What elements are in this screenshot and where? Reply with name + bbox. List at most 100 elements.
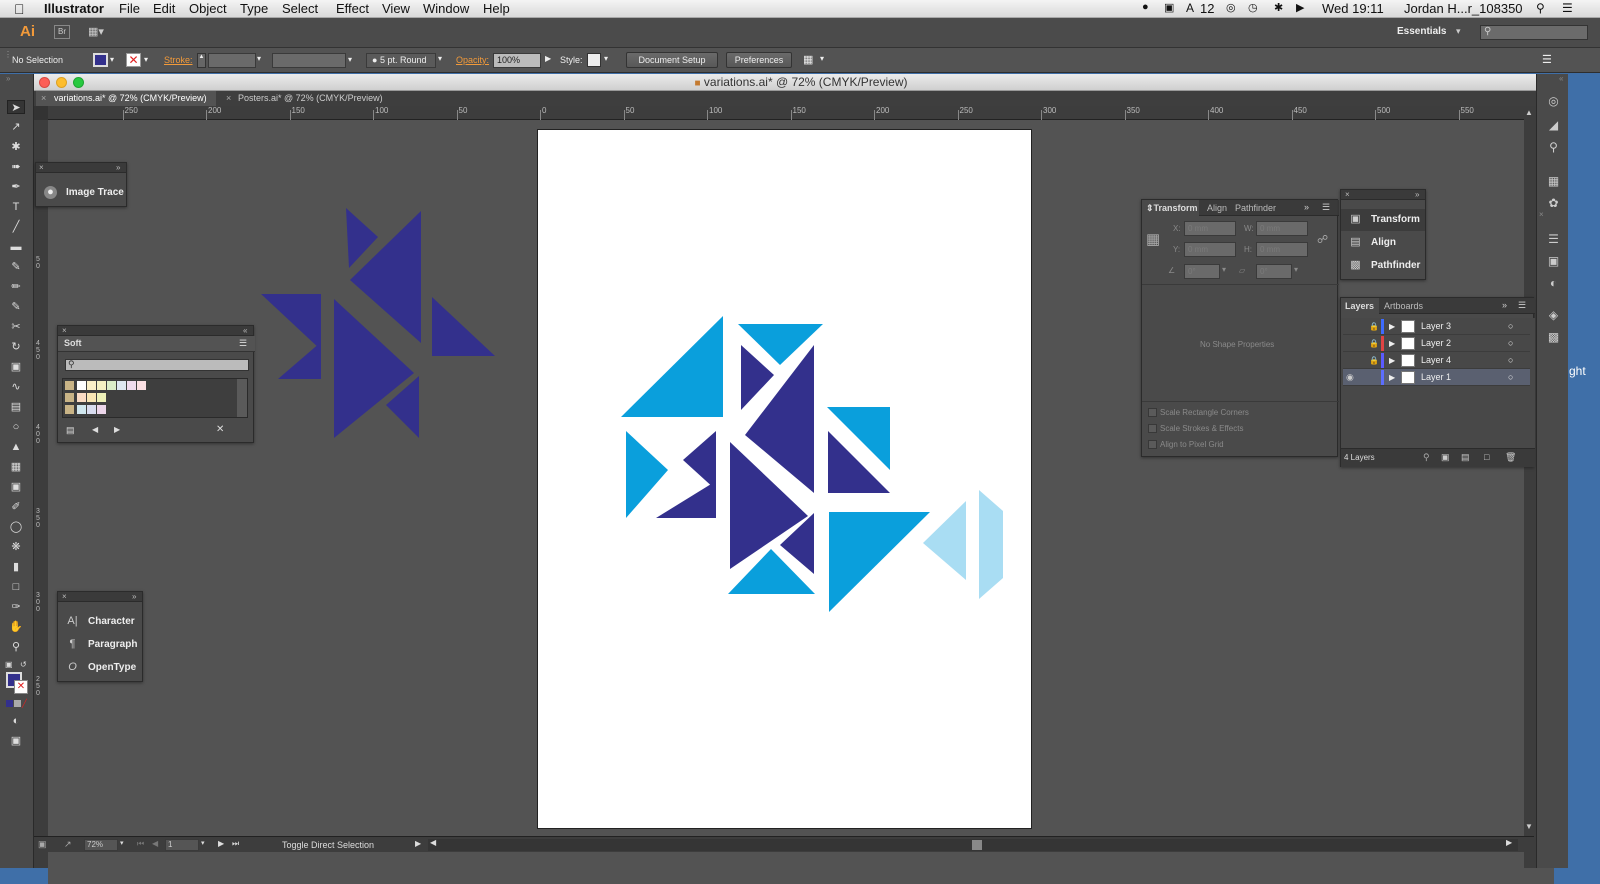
appearance-panel-icon[interactable]: ◎ xyxy=(1545,94,1562,109)
scroll-right-icon[interactable]: ▶ xyxy=(1506,838,1512,847)
lasso-tool-icon[interactable]: ➠ xyxy=(7,160,25,174)
artboard-dropdown-icon[interactable]: ▾ xyxy=(201,839,205,847)
color-mode-icon[interactable] xyxy=(6,700,13,707)
image-trace-item[interactable]: ● Image Trace xyxy=(36,182,126,204)
pathfinder-panel-item[interactable]: ▩ Pathfinder xyxy=(1341,255,1425,277)
layer-name[interactable]: Layer 3 xyxy=(1421,318,1451,335)
scale-corners-checkbox[interactable] xyxy=(1148,408,1157,417)
screen-mode-icon[interactable]: ▣ xyxy=(7,734,25,748)
pencil-tool-icon[interactable]: ✏ xyxy=(7,280,25,294)
fill-swatch[interactable] xyxy=(93,53,108,67)
scissors-tool-icon[interactable]: ✂ xyxy=(7,320,25,334)
lock-icon[interactable]: 🔒 xyxy=(1369,335,1379,352)
pen-tool-icon[interactable]: ✒ xyxy=(7,180,25,194)
perspective-grid-tool-icon[interactable]: ▲ xyxy=(7,440,25,454)
minimize-window-button[interactable] xyxy=(56,77,67,88)
h-field[interactable]: 0 mm xyxy=(1256,242,1308,257)
shape-builder-tool-icon[interactable]: ○ xyxy=(7,420,25,434)
arrange-icon[interactable]: ▦ xyxy=(803,53,813,66)
document-info-icon[interactable]: ◢ xyxy=(1545,118,1562,133)
warp-tool-icon[interactable]: ∿ xyxy=(7,380,25,394)
rotate-dropdown-icon[interactable]: ▾ xyxy=(1222,265,1226,274)
artboards-panel-icon[interactable]: ▩ xyxy=(1545,330,1562,345)
constrain-proportions-icon[interactable]: ☍ xyxy=(1317,233,1328,246)
workspace-switcher[interactable]: Essentials xyxy=(1397,26,1446,37)
preferences-button[interactable]: Preferences xyxy=(726,52,792,68)
bridge-button[interactable]: Br xyxy=(54,25,70,39)
menu-view[interactable]: View xyxy=(382,1,410,16)
status-icon[interactable]: ▣ xyxy=(38,839,47,850)
swatch[interactable] xyxy=(137,381,146,390)
brush-dropdown-icon[interactable]: ▾ xyxy=(438,54,442,63)
fill-dropdown-icon[interactable]: ▾ xyxy=(110,55,114,64)
slice-tool-icon[interactable]: ✑ xyxy=(7,600,25,614)
close-window-button[interactable] xyxy=(39,77,50,88)
default-colors-icon[interactable]: ▣ xyxy=(5,660,13,669)
stroke-label[interactable]: Stroke: xyxy=(164,55,193,65)
expand-layer-icon[interactable]: ▶ xyxy=(1389,335,1395,352)
blob-brush-tool-icon[interactable]: ✎ xyxy=(7,300,25,314)
notification-icon[interactable]: ● xyxy=(1142,1,1149,13)
swatch-group-icon[interactable] xyxy=(65,393,74,402)
layer-row-layer-4[interactable]: 🔒 ▶ Layer 4 ○ xyxy=(1343,352,1530,369)
swatch[interactable] xyxy=(97,405,106,414)
scale-strokes-checkbox[interactable] xyxy=(1148,424,1157,433)
collapse-panel-icon[interactable]: » xyxy=(1304,202,1309,212)
panel-header[interactable]: × » xyxy=(58,592,142,602)
free-transform-tool-icon[interactable]: ▤ xyxy=(7,400,25,414)
close-panel-icon[interactable]: × xyxy=(1345,190,1350,199)
graph-tool-icon[interactable]: ▮ xyxy=(7,560,25,574)
w-field[interactable]: 0 mm xyxy=(1256,221,1308,236)
locate-object-icon[interactable]: ⚲ xyxy=(1423,452,1430,463)
paintbrush-tool-icon[interactable]: ✎ xyxy=(7,260,25,274)
opacity-field[interactable]: 100% xyxy=(493,53,541,68)
shear-field[interactable]: 0° xyxy=(1256,264,1292,279)
next-library-icon[interactable]: ▶ xyxy=(114,425,120,434)
status-menu-icon[interactable]: ▶ xyxy=(415,839,421,848)
arrange-documents-icon[interactable]: ▦▾ xyxy=(88,25,110,39)
mesh-tool-icon[interactable]: ▦ xyxy=(7,460,25,474)
panel-menu-icon[interactable]: ☰ xyxy=(1518,300,1526,311)
screen-icon[interactable]: ▣ xyxy=(1164,1,1174,14)
bluetooth-icon[interactable]: ✱ xyxy=(1274,1,1283,14)
swatch[interactable] xyxy=(107,381,116,390)
panel-menu-icon[interactable]: ☰ xyxy=(1322,202,1330,213)
transform-panel-item[interactable]: ▣ Transform xyxy=(1341,209,1425,231)
opentype-panel-item[interactable]: O OpenType xyxy=(58,657,142,679)
arrange-dropdown-icon[interactable]: ▾ xyxy=(820,54,824,63)
tab-artboards[interactable]: Artboards xyxy=(1384,301,1423,311)
align-pixel-grid-checkbox[interactable] xyxy=(1148,440,1157,449)
stroke-dropdown-icon[interactable]: ▾ xyxy=(144,55,148,64)
tab-align[interactable]: Align xyxy=(1207,203,1227,213)
tab-transform[interactable]: ⇕Transform xyxy=(1142,200,1199,216)
notification-center-icon[interactable]: ☰ xyxy=(1562,1,1573,15)
opacity-arrow-icon[interactable]: ▶ xyxy=(545,54,551,63)
rotate-field[interactable]: 0° xyxy=(1184,264,1220,279)
scale-tool-icon[interactable]: ▣ xyxy=(7,360,25,374)
menu-window[interactable]: Window xyxy=(423,1,469,16)
skype-icon[interactable]: ◎ xyxy=(1226,1,1236,14)
target-circle-icon[interactable]: ○ xyxy=(1508,335,1513,352)
menu-edit[interactable]: Edit xyxy=(153,1,175,16)
ruler-origin[interactable] xyxy=(34,106,48,120)
lock-icon[interactable]: 🔒 xyxy=(1369,318,1379,335)
close-panel-icon[interactable]: × xyxy=(39,163,44,172)
selection-tool-icon[interactable]: ➤ xyxy=(7,100,25,114)
swatch-scrollbar[interactable] xyxy=(237,379,247,417)
direct-selection-tool-icon[interactable]: ↗ xyxy=(7,120,25,134)
tab-layers[interactable]: Layers xyxy=(1341,298,1379,314)
swatch[interactable] xyxy=(127,381,136,390)
close-panel-icon[interactable]: × xyxy=(62,326,67,335)
dock-collapse-icon[interactable]: « xyxy=(1559,74,1563,83)
panel-header[interactable]: × » xyxy=(1341,190,1425,200)
swatch-search-input[interactable]: ⚲ xyxy=(65,359,249,371)
document-setup-button[interactable]: Document Setup xyxy=(626,52,718,68)
swatch-group-icon[interactable] xyxy=(65,381,74,390)
brush-definition-field[interactable]: ● 5 pt. Round xyxy=(366,53,436,68)
close-tab-icon[interactable]: × xyxy=(226,91,231,106)
swatch[interactable] xyxy=(97,393,106,402)
app-menu-illustrator[interactable]: Illustrator xyxy=(44,1,104,16)
gripper-icon[interactable]: ⋮ xyxy=(4,50,12,59)
layer-row-layer-2[interactable]: 🔒 ▶ Layer 2 ○ xyxy=(1343,335,1530,352)
gradient-mode-icon[interactable] xyxy=(14,700,21,707)
